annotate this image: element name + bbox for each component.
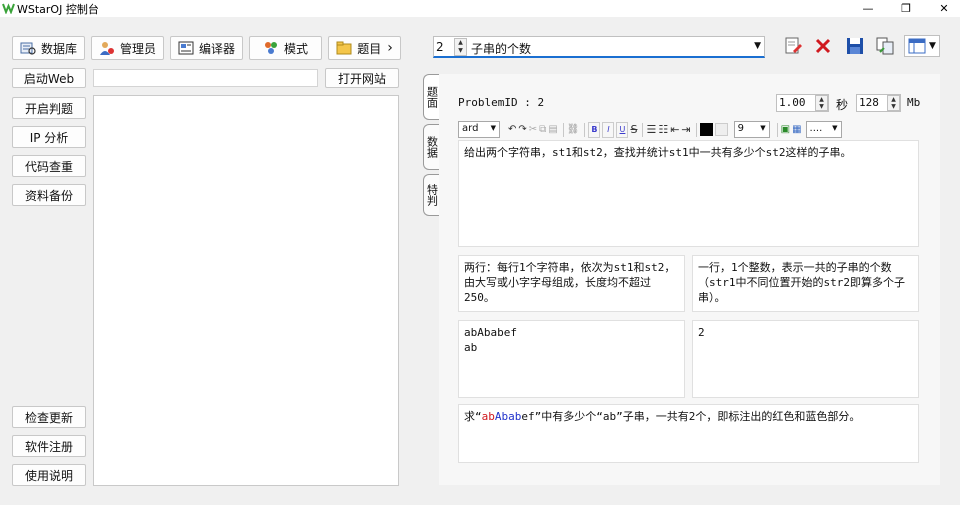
memory-limit-input[interactable]: 128 ▲ ▼ [856,94,901,112]
maximize-button[interactable]: ❐ [891,0,921,17]
admin-button[interactable]: 管理员 [91,36,164,60]
paste-icon[interactable]: ▤ [548,122,557,138]
more-options-select[interactable]: .... ▼ [805,121,842,138]
redo-icon[interactable]: ↷ [518,122,526,138]
tab-data[interactable]: 数据 [423,124,439,170]
app-logo-icon [2,3,15,14]
problem-folder-icon [336,41,352,55]
numbered-list-icon[interactable]: ☷ [658,122,668,138]
italic-icon[interactable]: I [602,121,615,138]
time-unit-label: 秒 [836,98,849,112]
cut-icon[interactable]: ✂ [529,122,537,138]
hint-editor[interactable]: 求“abAbabef”中有多少个“ab”子串，一共有2个，即标注出的红色和蓝色部… [458,404,919,463]
check-update-button[interactable]: 检查更新 [12,406,86,428]
undo-icon[interactable]: ↶ [508,122,516,138]
compiler-button[interactable]: 编译器 [170,36,243,60]
title-bar: WStarOJ 控制台 — ❐ ✕ [0,0,960,17]
tab-statement[interactable]: 题面 [423,74,439,120]
copy-icon[interactable]: ⧉ [539,122,546,138]
open-site-button[interactable]: 打开网站 [325,68,399,88]
admin-label: 管理员 [119,41,156,56]
problem-number-stepper[interactable]: ▲ ▼ [454,38,467,56]
code-check-button[interactable]: 代码查重 [12,155,86,177]
log-panel[interactable] [93,95,399,486]
font-color-icon[interactable] [699,123,713,136]
table-icon[interactable]: ▦ [792,122,801,138]
font-size-select[interactable]: 9 ▼ [733,121,770,138]
edit-doc-icon[interactable] [781,35,805,57]
minimize-button[interactable]: — [853,0,883,17]
start-web-button[interactable]: 启动Web [12,68,86,88]
backup-button[interactable]: 资料备份 [12,184,86,206]
layout-icon[interactable]: ▼ [904,35,940,57]
close-icon: ✕ [939,2,949,15]
admin-user-icon [99,41,115,56]
maximize-icon: ❐ [901,2,911,15]
bullet-list-icon[interactable]: ☰ [646,122,656,138]
minimize-icon: — [862,2,874,15]
mode-label: 模式 [283,41,308,56]
sample-input-editor[interactable]: abAbabef ab [458,320,685,398]
register-button[interactable]: 软件注册 [12,435,86,457]
memory-unit-label: Mb [907,96,921,109]
delete-icon[interactable] [811,35,835,57]
problem-title: 子串的个数 [471,42,532,56]
mode-button[interactable]: 模式 [249,36,322,60]
link-icon[interactable]: ⛓ [567,122,580,138]
save-icon[interactable] [843,35,867,57]
strikethrough-icon[interactable]: S [630,122,637,138]
ip-analysis-button[interactable]: IP 分析 [12,126,86,148]
image-icon[interactable]: ▣ [781,122,790,138]
help-button[interactable]: 使用说明 [12,464,86,486]
time-limit-input[interactable]: 1.00 ▲ ▼ [776,94,829,112]
compiler-icon [178,41,194,55]
indent-icon[interactable]: ⇥ [681,122,690,138]
copy-doc-icon[interactable] [873,35,897,57]
input-description-editor[interactable]: 两行：每行1个字符串，依次为st1和st2，由大写或小字字母组成，长度均不超过2… [458,255,685,312]
chevron-down-icon[interactable]: ▼ [754,41,761,51]
underline-icon[interactable]: U [616,121,629,138]
chevron-right-icon: › [387,40,393,56]
tab-special-judge[interactable]: 特判 [423,174,439,216]
compiler-label: 编译器 [198,41,235,56]
database-button[interactable]: 数据库 [12,36,85,60]
time-limit-stepper[interactable]: ▲ ▼ [815,95,828,111]
start-judge-button[interactable]: 开启判题 [12,97,86,119]
web-url-input[interactable] [93,69,318,87]
font-name-select[interactable]: ard ▼ [458,121,500,138]
problem-id-label: ProblemID : 2 [458,96,545,109]
memory-limit-stepper[interactable]: ▲ ▼ [887,95,900,111]
bold-icon[interactable]: B [588,121,601,138]
description-editor[interactable]: 给出两个字符串，st1和st2，查找并统计st1中一共有多少个st2这样的子串。 [458,140,919,247]
problem-button[interactable]: 题目 › [328,36,401,60]
close-button[interactable]: ✕ [929,0,959,17]
database-label: 数据库 [40,41,77,56]
problem-label: 题目 [357,41,382,56]
window-title: WStarOJ 控制台 [17,3,99,16]
sample-output-editor[interactable]: 2 [692,320,919,398]
highlight-color-icon[interactable] [714,123,728,136]
output-description-editor[interactable]: 一行，1个整数，表示一共的子串的个数（str1中不同位置开始的str2即算多个子… [692,255,919,312]
database-icon [20,41,36,55]
problem-number: 2 [436,40,444,54]
problem-selector[interactable]: 2 ▲ ▼ 子串的个数 ▼ [433,36,765,58]
mode-icon [263,41,279,55]
editor-toolbar: ard ▼ ↶ ↷ ✂ ⧉ ▤ ⛓ B I U S ☰ ☷ ⇤ ⇥ 9 ▼ ▣ ▦ … [458,120,919,139]
outdent-icon[interactable]: ⇤ [670,122,679,138]
